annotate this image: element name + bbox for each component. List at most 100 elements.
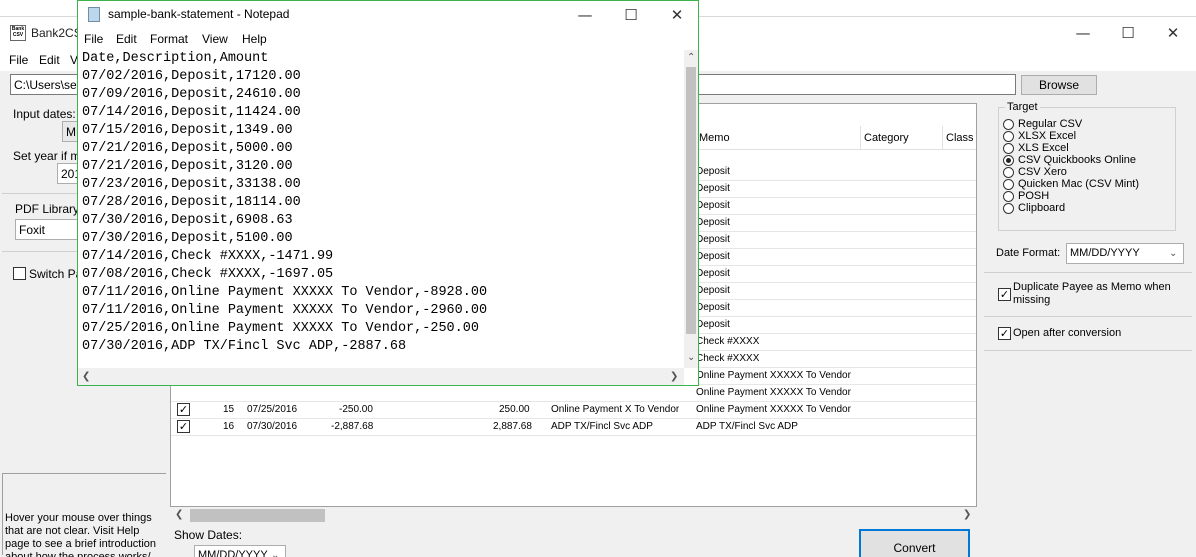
column-header-class[interactable]: Class <box>943 126 976 150</box>
target-option-label: XLS Excel <box>1018 142 1069 154</box>
grid-scroll-thumb[interactable] <box>190 509 325 522</box>
chevron-down-icon: ⌄ <box>1169 248 1178 259</box>
row-select-checkbox[interactable]: ✓ <box>177 420 190 433</box>
table-row[interactable]: ✓ 15 07/25/2016 -250.00 250.00 Online Pa… <box>171 402 976 419</box>
help-hint-text: Hover your mouse over things that are no… <box>5 512 157 557</box>
pdf-library-label: PDF Library: <box>15 202 83 216</box>
scroll-left-icon[interactable]: ❮ <box>82 371 90 382</box>
app-maximize-button[interactable]: ☐ <box>1105 17 1151 49</box>
notepad-line: 07/11/2016,Online Payment XXXXX To Vendo… <box>82 285 488 300</box>
notepad-line: 07/25/2016,Online Payment XXXXX To Vendo… <box>82 321 479 336</box>
radio-button-selected[interactable] <box>1003 155 1014 166</box>
separator <box>984 350 1192 351</box>
notepad-line: 07/08/2016,Check #XXXX,-1697.05 <box>82 267 334 282</box>
radio-button[interactable] <box>1003 167 1014 178</box>
target-option-label: CSV Xero <box>1018 166 1067 178</box>
checkmark-icon: ✓ <box>999 327 1010 340</box>
row-memo: Check #XXXX <box>696 353 760 364</box>
notepad-menu-edit[interactable]: Edit <box>116 32 137 46</box>
scroll-down-icon[interactable]: ⌄ <box>687 352 695 363</box>
grid-horizontal-scrollbar[interactable]: ❮ ❯ <box>170 507 977 524</box>
column-header-category[interactable]: Category <box>861 126 943 150</box>
scroll-right-icon[interactable]: ❯ <box>670 371 678 382</box>
radio-button[interactable] <box>1003 203 1014 214</box>
show-dates-select[interactable]: MM/DD/YYYY ⌄ <box>194 545 286 557</box>
minimize-icon: — <box>1075 24 1091 42</box>
scroll-up-icon[interactable]: ⌃ <box>687 52 695 63</box>
notepad-menu-help[interactable]: Help <box>242 32 267 46</box>
target-option-label: Regular CSV <box>1018 118 1083 130</box>
app-minimize-button[interactable]: — <box>1060 17 1106 49</box>
row-memo: Deposit <box>696 251 730 262</box>
table-row[interactable]: ✓ 16 07/30/2016 -2,887.68 2,887.68 ADP T… <box>171 419 976 436</box>
close-icon: ✕ <box>1166 24 1180 42</box>
row-date: 07/30/2016 <box>247 421 298 432</box>
switch-pages-checkbox[interactable] <box>13 267 26 280</box>
notepad-line: 07/02/2016,Deposit,17120.00 <box>82 69 301 84</box>
convert-button[interactable]: Convert <box>859 529 970 557</box>
row-amount: -250.00 <box>339 404 373 415</box>
notepad-menu-file[interactable]: File <box>84 32 103 46</box>
input-dates-label: Input dates: <box>13 107 76 121</box>
open-after-checkbox[interactable]: ✓ <box>998 327 1011 340</box>
target-option-label: Quicken Mac (CSV Mint) <box>1018 178 1140 190</box>
row-memo: Deposit <box>696 234 730 245</box>
notepad-line: 07/09/2016,Deposit,24610.00 <box>82 87 301 102</box>
help-hint-box: Hover your mouse over things that are no… <box>2 473 166 557</box>
notepad-line: 07/28/2016,Deposit,18114.00 <box>82 195 301 210</box>
app-menu-file[interactable]: File <box>9 53 28 67</box>
duplicate-payee-checkbox[interactable]: ✓ <box>998 288 1011 301</box>
minimize-icon: — <box>577 6 593 24</box>
app-menu-edit[interactable]: Edit <box>39 53 60 67</box>
notepad-close-button[interactable]: ✕ <box>654 0 700 31</box>
radio-button[interactable] <box>1003 179 1014 190</box>
notepad-maximize-button[interactable]: ☐ <box>608 0 654 31</box>
scroll-left-icon[interactable]: ❮ <box>175 509 183 520</box>
row-memo: Deposit <box>696 302 730 313</box>
browse-button[interactable]: Browse <box>1021 75 1097 95</box>
maximize-icon: ☐ <box>1121 24 1135 42</box>
notepad-minimize-button[interactable]: — <box>562 0 608 31</box>
radio-button[interactable] <box>1003 191 1014 202</box>
row-memo: Online Payment XXXXX To Vendor <box>696 404 851 415</box>
notepad-line: 07/11/2016,Online Payment XXXXX To Vendo… <box>82 303 488 318</box>
notepad-titlebar: sample-bank-statement - Notepad — ☐ ✕ <box>78 1 698 29</box>
app-logo-icon: Bank CSV <box>10 25 26 41</box>
date-format-value: MM/DD/YYYY <box>1070 247 1140 259</box>
checkmark-icon: ✓ <box>178 420 189 433</box>
scroll-right-icon[interactable]: ❯ <box>963 509 971 520</box>
row-debit: 2,887.68 <box>493 421 532 432</box>
row-date: 07/25/2016 <box>247 404 298 415</box>
date-format-label: Date Format: <box>996 247 1061 259</box>
notepad-menu-view[interactable]: View <box>202 32 228 46</box>
row-amount: -2,887.68 <box>331 421 374 432</box>
duplicate-payee-label: Duplicate Payee as Memo when missing <box>1013 281 1171 306</box>
notepad-horizontal-scrollbar[interactable]: ❮ ❯ <box>78 368 684 385</box>
date-format-select[interactable]: MM/DD/YYYY ⌄ <box>1066 243 1184 264</box>
app-close-button[interactable]: ✕ <box>1150 17 1196 49</box>
row-memo: Check #XXXX <box>696 336 760 347</box>
row-memo: Online Payment XXXXX To Vendor <box>696 370 851 381</box>
row-memo: Deposit <box>696 200 730 211</box>
radio-button[interactable] <box>1003 143 1014 154</box>
checkmark-icon: ✓ <box>178 403 189 416</box>
target-group: Target Regular CSV XLSX Excel XLS Excel … <box>998 101 1176 231</box>
column-header-memo[interactable]: Memo <box>696 126 861 150</box>
notepad-text-area[interactable]: Date,Description,Amount 07/02/2016,Deposi… <box>81 50 684 368</box>
right-options-panel: Target Regular CSV XLSX Excel XLS Excel … <box>982 99 1194 557</box>
notepad-line: 07/30/2016,Deposit,5100.00 <box>82 231 293 246</box>
target-option-label: Clipboard <box>1018 202 1066 214</box>
notepad-menu-format[interactable]: Format <box>150 32 188 46</box>
row-select-checkbox[interactable]: ✓ <box>177 403 190 416</box>
separator <box>984 272 1192 273</box>
notepad-vertical-scrollbar[interactable]: ⌃ ⌄ <box>684 50 698 368</box>
target-option-label: XLSX Excel <box>1018 130 1077 142</box>
row-memo: Deposit <box>696 217 730 228</box>
target-group-label: Target <box>1005 101 1040 113</box>
target-option-label: CSV Quickbooks Online <box>1018 154 1136 166</box>
notepad-scroll-thumb[interactable] <box>686 67 696 334</box>
radio-button[interactable] <box>1003 119 1014 130</box>
row-payee: Online Payment X To Vendor <box>551 404 680 415</box>
radio-button[interactable] <box>1003 131 1014 142</box>
table-row[interactable]: Online Payment XXXXX To Vendor <box>171 385 976 402</box>
